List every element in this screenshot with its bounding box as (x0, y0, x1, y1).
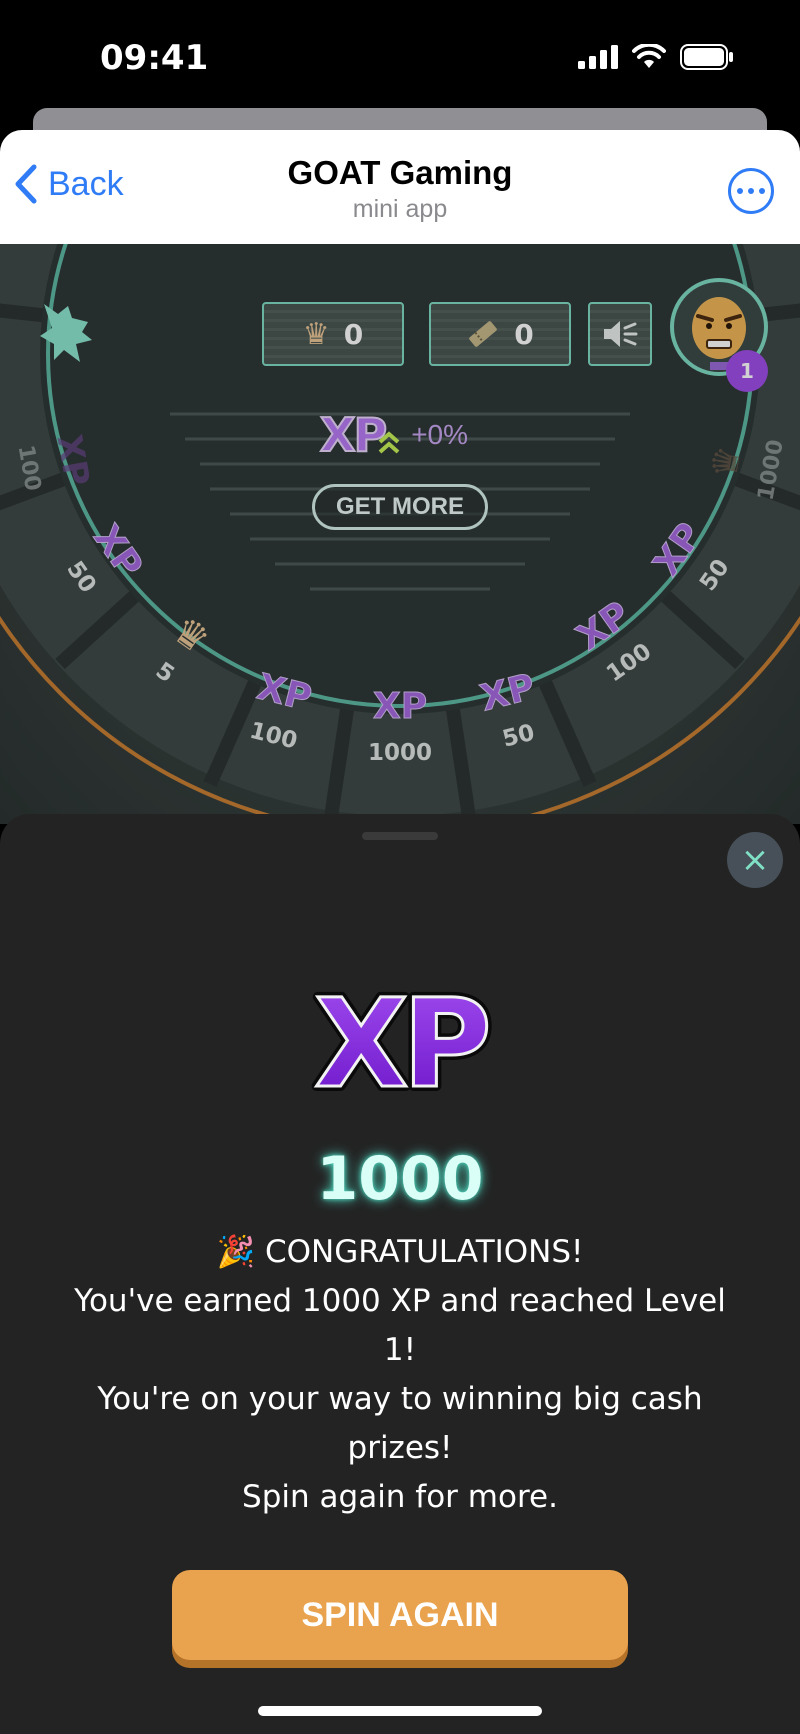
close-icon: × (740, 840, 770, 880)
status-bar: 09:41 (0, 0, 800, 118)
boost-percent: +0% (411, 419, 469, 450)
speaker-icon (604, 321, 638, 347)
game-area: XP 100 XP 50 ♛ 5 XP 100 XP 1000 XP 50 XP… (0, 244, 800, 824)
xp-icon: XP (373, 686, 427, 727)
more-options-button[interactable] (728, 168, 774, 214)
sheet-grabber[interactable] (362, 832, 438, 840)
xp-boost: XP +0% (319, 407, 469, 463)
level-badge: 1 (726, 350, 768, 392)
ticket-icon (469, 321, 498, 347)
wifi-icon (632, 44, 666, 68)
close-button[interactable]: × (727, 832, 783, 888)
xp-amount: 1000 (316, 1144, 484, 1214)
app-title: GOAT Gaming (287, 154, 513, 191)
more-dot-icon (737, 188, 743, 194)
crown-icon: ♛ (302, 316, 330, 352)
sound-toggle-button[interactable] (588, 302, 652, 366)
get-more-button[interactable]: GET MORE (312, 484, 488, 530)
mini-app-header: Back GOAT Gaming mini app (0, 130, 800, 244)
status-time: 09:41 (100, 38, 209, 78)
crowns-count: 0 (343, 317, 364, 351)
tickets-counter[interactable]: 0 (429, 302, 571, 366)
xp-logo: XP (319, 407, 388, 463)
spin-again-button[interactable]: SPIN AGAIN (172, 1570, 628, 1660)
congrats-heading: 🎉 CONGRATULATIONS! (216, 1234, 584, 1270)
xp-text-outline: XP (314, 974, 487, 1104)
status-icons (578, 44, 734, 70)
congrats-line-prizes: You're on your way to winning big cash p… (97, 1381, 703, 1466)
xp-logo-large: XP XP (309, 968, 498, 1120)
congrats-line-level: You've earned 1000 XP and reached Level … (74, 1283, 726, 1368)
tickets-count: 0 (514, 317, 534, 351)
app-subtitle: mini app (352, 195, 448, 223)
home-indicator (258, 1706, 542, 1716)
congrats-line-spin: Spin again for more. (242, 1479, 558, 1515)
congrats-message: 🎉 CONGRATULATIONS! You've earned 1000 XP… (70, 1228, 730, 1522)
signal-icon (578, 45, 618, 69)
crowns-counter[interactable]: ♛ 0 (262, 302, 404, 366)
segment-value: 1000 (368, 740, 432, 766)
reward-sheet: × XP XP 1000 🎉 CONGRATULATIONS! You've e… (0, 814, 800, 1734)
goat-logo-icon (40, 304, 92, 362)
more-dot-icon (748, 188, 754, 194)
wheel-segment: XP 1000 (368, 686, 432, 767)
xp-badge-icon: XP XP (0, 968, 800, 1120)
boost-arrows-icon (378, 431, 400, 454)
more-dot-icon (759, 188, 765, 194)
battery-icon (680, 44, 733, 70)
